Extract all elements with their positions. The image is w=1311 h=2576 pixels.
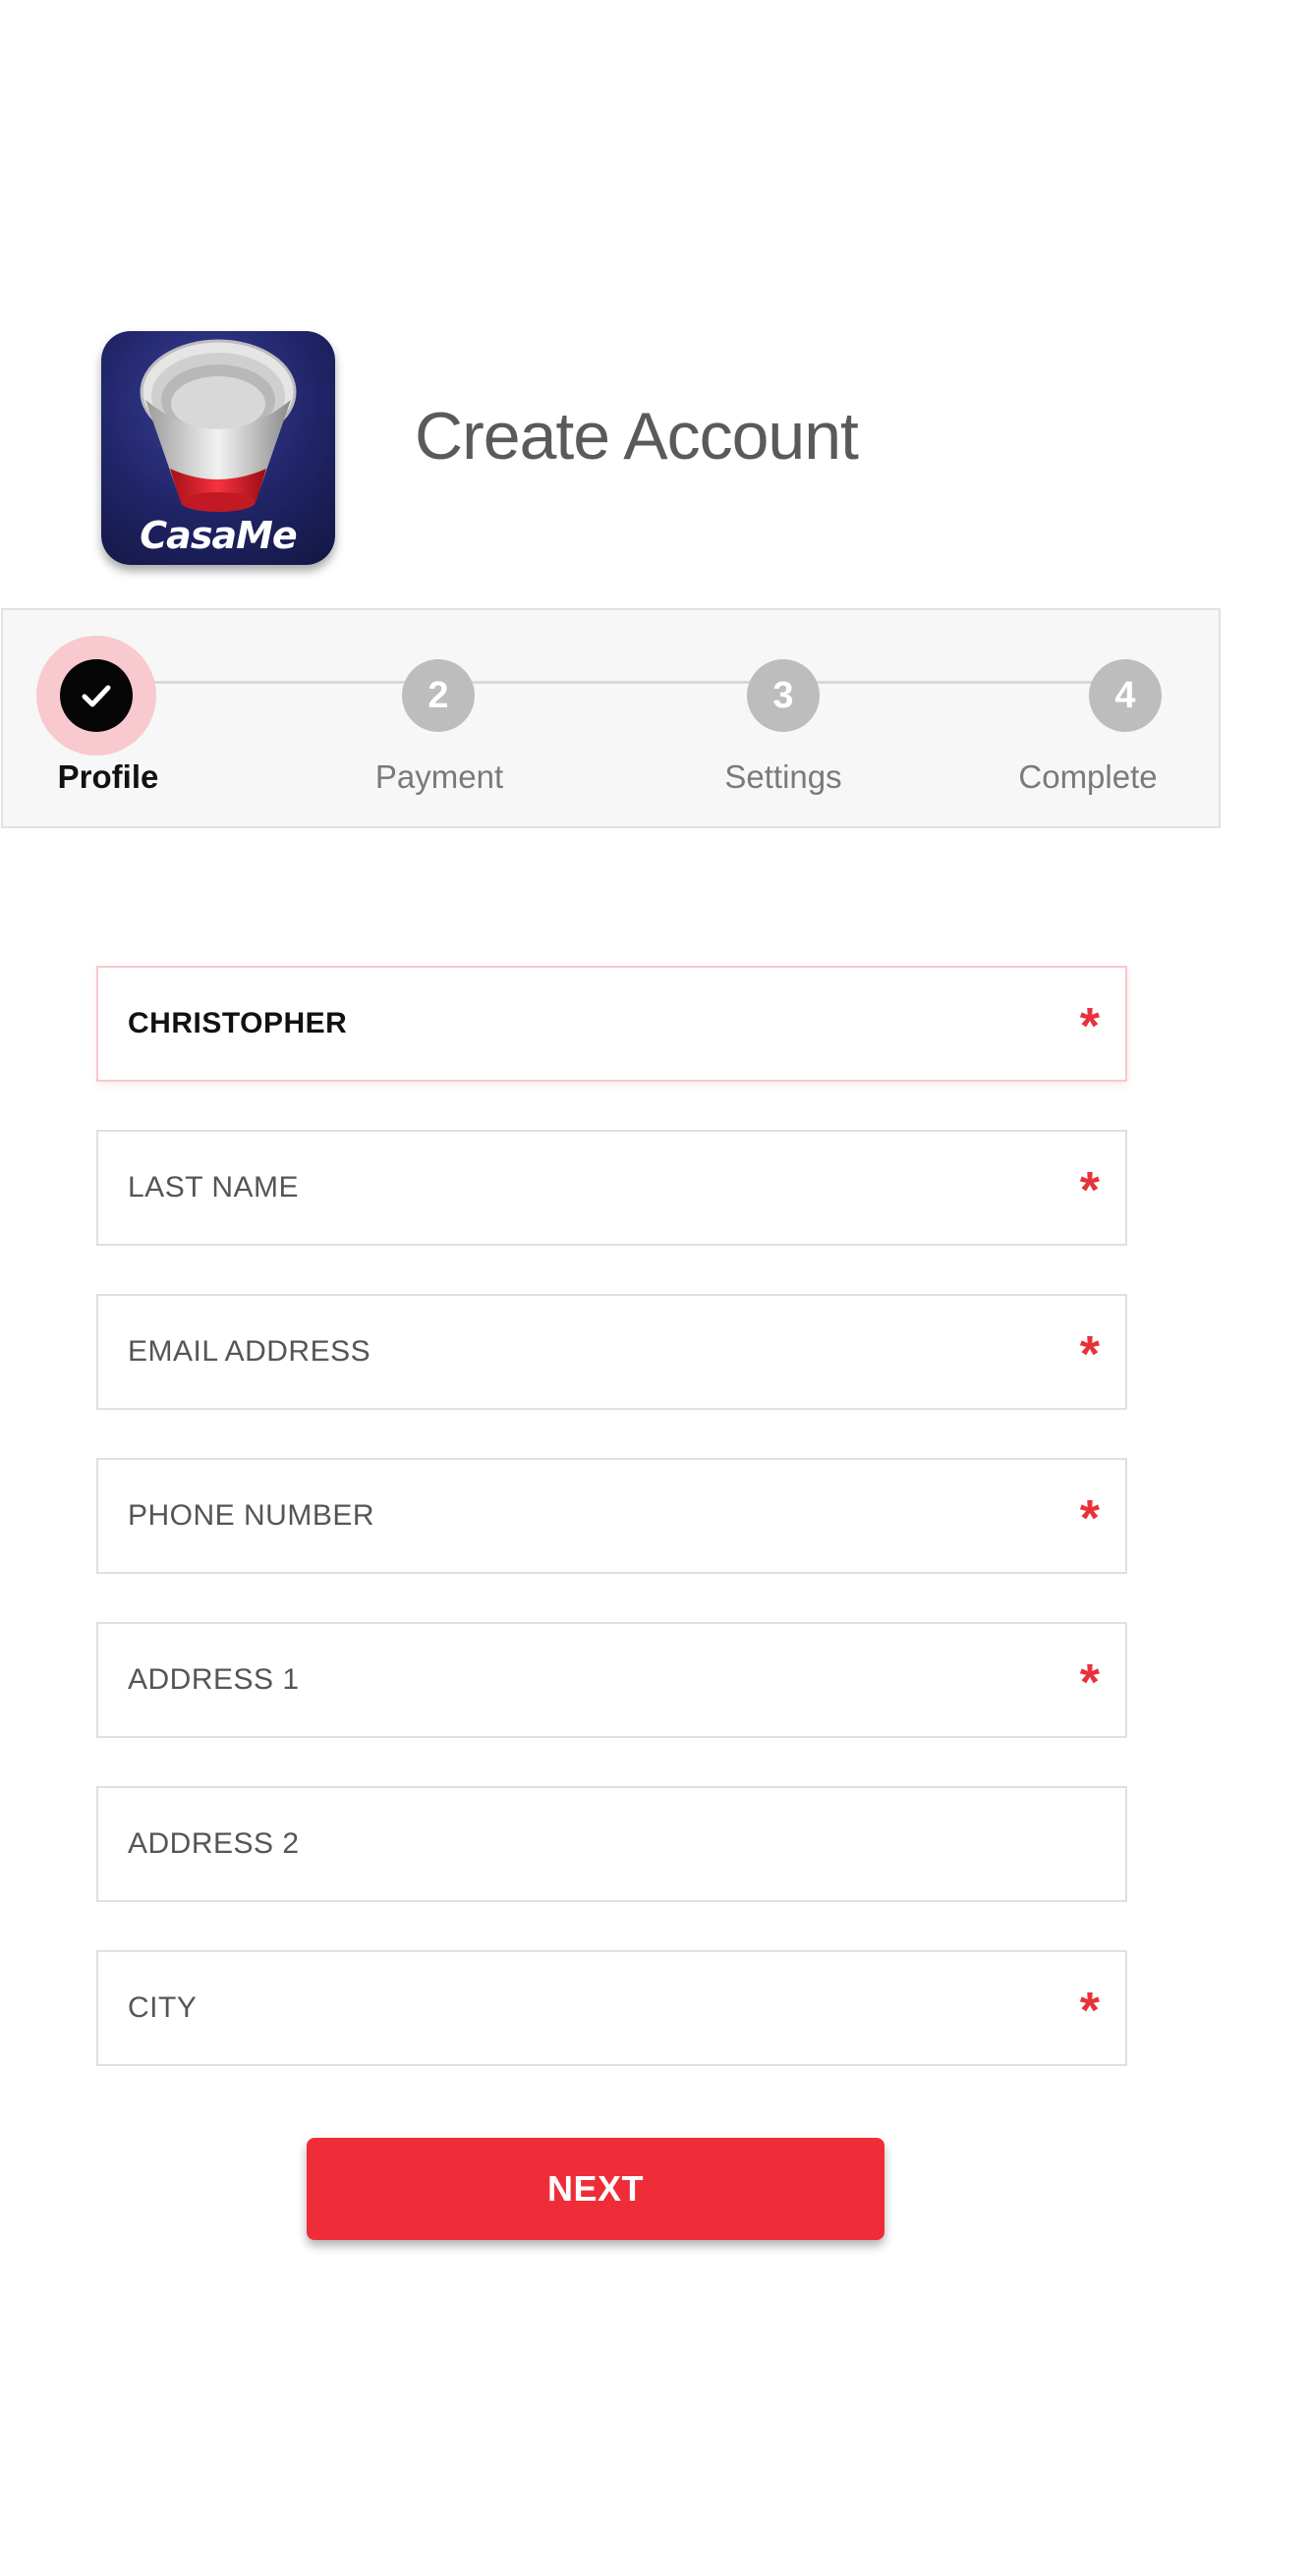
required-indicator: * xyxy=(1079,1326,1100,1383)
address2-placeholder[interactable]: ADDRESS 2 xyxy=(128,1827,1125,1861)
page-title: Create Account xyxy=(415,399,859,474)
step-label-settings: Settings xyxy=(724,758,842,795)
stepper-track xyxy=(96,681,1124,684)
last-name-placeholder[interactable]: LAST NAME xyxy=(128,1171,1125,1204)
step-label-profile: Profile xyxy=(57,758,159,795)
email-field[interactable]: EMAIL ADDRESS * xyxy=(96,1294,1127,1410)
step-3-badge[interactable]: 3 xyxy=(747,659,820,732)
app-icon-label: CasaMe xyxy=(140,514,297,557)
step-1-check-badge[interactable] xyxy=(60,659,133,732)
city-placeholder[interactable]: CITY xyxy=(128,1991,1125,2025)
required-indicator: * xyxy=(1079,1490,1100,1547)
app-icon: CasaMe xyxy=(101,331,335,565)
address2-field[interactable]: ADDRESS 2 xyxy=(96,1786,1127,1902)
step-4-badge[interactable]: 4 xyxy=(1089,659,1162,732)
required-indicator: * xyxy=(1079,1654,1100,1711)
step-label-complete: Complete xyxy=(1018,758,1158,795)
phone-placeholder[interactable]: PHONE NUMBER xyxy=(128,1499,1125,1533)
required-indicator: * xyxy=(1079,1162,1100,1219)
city-field[interactable]: CITY * xyxy=(96,1950,1127,2066)
phone-field[interactable]: PHONE NUMBER * xyxy=(96,1458,1127,1574)
next-button[interactable]: NEXT xyxy=(307,2138,884,2240)
first-name-value[interactable]: CHRISTOPHER xyxy=(128,1007,1125,1040)
required-indicator: * xyxy=(1079,1983,1100,2040)
checkmark-icon xyxy=(82,685,111,707)
first-name-field[interactable]: CHRISTOPHER * xyxy=(96,966,1127,1082)
email-placeholder[interactable]: EMAIL ADDRESS xyxy=(128,1335,1125,1369)
last-name-field[interactable]: LAST NAME * xyxy=(96,1130,1127,1246)
step-2-badge[interactable]: 2 xyxy=(402,659,475,732)
address1-placeholder[interactable]: ADDRESS 1 xyxy=(128,1663,1125,1697)
step-label-payment: Payment xyxy=(374,758,504,795)
address1-field[interactable]: ADDRESS 1 * xyxy=(96,1622,1127,1738)
required-indicator: * xyxy=(1079,998,1100,1055)
